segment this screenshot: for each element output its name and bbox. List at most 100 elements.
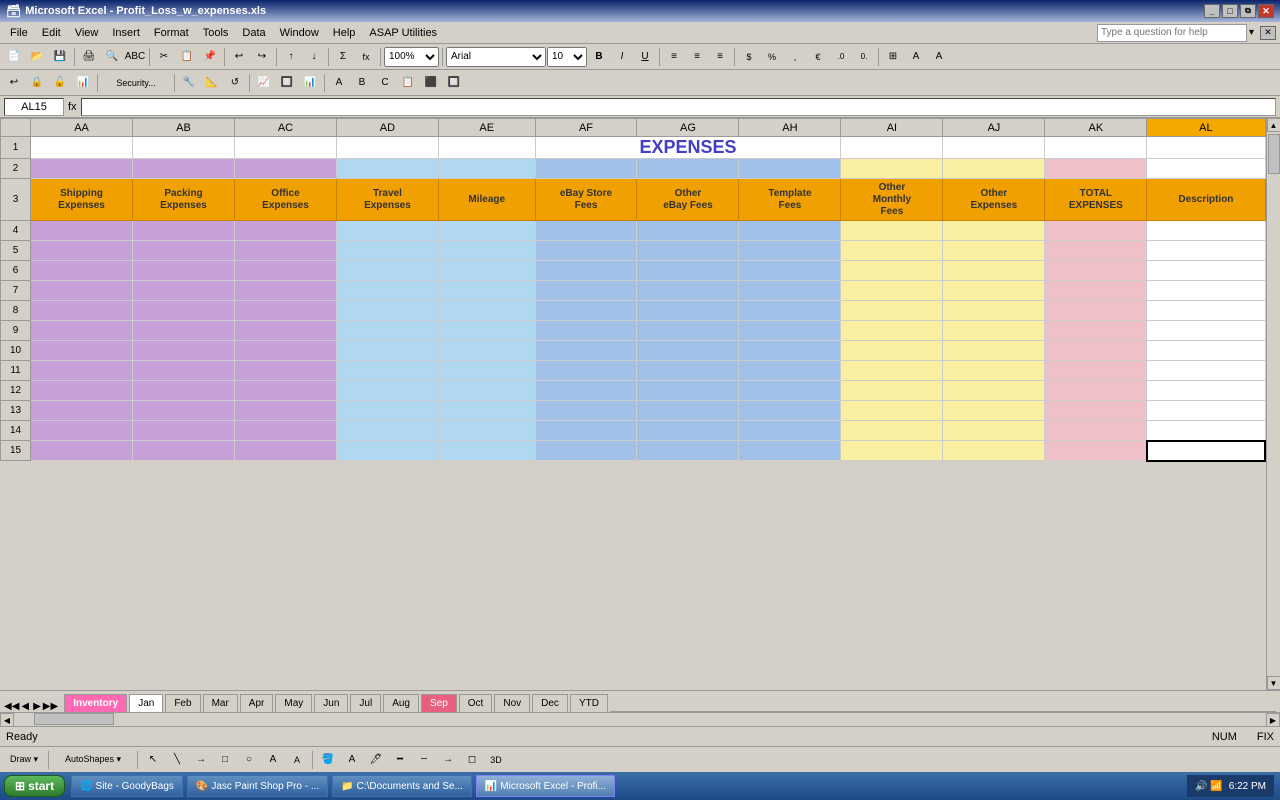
cell-ae9[interactable]	[438, 321, 535, 341]
cell-al7[interactable]	[1147, 281, 1265, 301]
cell-ai12[interactable]	[841, 381, 943, 401]
menu-edit[interactable]: Edit	[36, 25, 67, 41]
autoshapes-btn[interactable]: AutoShapes ▾	[53, 749, 133, 771]
cell-af6[interactable]	[535, 261, 637, 281]
sheet-tab-mar[interactable]: Mar	[203, 694, 238, 712]
cell-ai8[interactable]	[841, 301, 943, 321]
fx-button[interactable]: fx	[355, 46, 377, 68]
cell-af15[interactable]	[535, 441, 637, 461]
cell-ak6[interactable]	[1045, 261, 1147, 281]
cell-ah6[interactable]	[739, 261, 841, 281]
fill-color-button[interactable]: A	[905, 46, 927, 68]
cell-ad11[interactable]	[336, 361, 438, 381]
align-center-button[interactable]: ≡	[686, 46, 708, 68]
open-button[interactable]: 📂	[26, 46, 48, 68]
col-header-ac[interactable]: AC	[234, 119, 336, 137]
cell-ai2[interactable]	[841, 159, 943, 179]
cell-aj11[interactable]	[943, 361, 1045, 381]
cell-ae2[interactable]	[438, 159, 535, 179]
font-color-button[interactable]: A	[928, 46, 950, 68]
align-right-button[interactable]: ≡	[709, 46, 731, 68]
cell-ac1[interactable]	[234, 137, 336, 159]
cell-ah10[interactable]	[739, 341, 841, 361]
scroll-down-button[interactable]: ▼	[1267, 676, 1280, 690]
tb2-btn2[interactable]: 🔒	[26, 72, 48, 94]
draw-line[interactable]: ╲	[166, 749, 188, 771]
draw-select[interactable]: ↖	[142, 749, 164, 771]
security-button[interactable]: Security...	[101, 72, 171, 94]
cell-ab1[interactable]	[133, 137, 235, 159]
cell-ai1[interactable]	[841, 137, 943, 159]
sheet-tab-nov[interactable]: Nov	[494, 694, 530, 712]
cell-ac2[interactable]	[234, 159, 336, 179]
cell-al2[interactable]	[1147, 159, 1265, 179]
cell-ae7[interactable]	[438, 281, 535, 301]
cell-af13[interactable]	[535, 401, 637, 421]
arrow-style-draw[interactable]: →	[437, 749, 459, 771]
fill-color-draw[interactable]: 🪣	[317, 749, 339, 771]
currency-button[interactable]: $	[738, 46, 760, 68]
cell-al6[interactable]	[1147, 261, 1265, 281]
cell-ah3[interactable]: TemplateFees	[739, 179, 841, 221]
print-preview-button[interactable]: 🔍	[101, 46, 123, 68]
decrease-dec-button[interactable]: 0.	[853, 46, 875, 68]
draw-rect[interactable]: □	[214, 749, 236, 771]
cell-aj15[interactable]	[943, 441, 1045, 461]
redo-button[interactable]: ↪	[251, 46, 273, 68]
cell-ag10[interactable]	[637, 341, 739, 361]
cell-aa1[interactable]	[31, 137, 133, 159]
tab-nav-next[interactable]: ▶	[33, 701, 41, 712]
cell-ab2[interactable]	[133, 159, 235, 179]
cell-ag2[interactable]	[637, 159, 739, 179]
cell-ak15[interactable]	[1045, 441, 1147, 461]
tb2-btn5[interactable]: 🔧	[178, 72, 200, 94]
grid-wrapper[interactable]: AA AB AC AD AE AF AG AH AI AJ AK AL	[0, 118, 1266, 690]
undo-button[interactable]: ↩	[228, 46, 250, 68]
cell-ae11[interactable]	[438, 361, 535, 381]
taskbar-item-goodybags[interactable]: 🌐 Site - GoodyBags	[71, 775, 183, 797]
tb2-btn1[interactable]: ↩	[3, 72, 25, 94]
cell-al8[interactable]	[1147, 301, 1265, 321]
cell-aj6[interactable]	[943, 261, 1045, 281]
underline-button[interactable]: U	[634, 46, 656, 68]
h-scroll-left-btn[interactable]: ◀	[0, 713, 14, 727]
cell-ai10[interactable]	[841, 341, 943, 361]
help-close-button[interactable]: ✕	[1260, 26, 1276, 40]
italic-button[interactable]: I	[611, 46, 633, 68]
cell-ai14[interactable]	[841, 421, 943, 441]
col-header-ah[interactable]: AH	[739, 119, 841, 137]
cell-aj1[interactable]	[943, 137, 1045, 159]
zoom-select[interactable]: 100%	[384, 47, 439, 67]
menu-insert[interactable]: Insert	[106, 25, 146, 41]
cell-ai11[interactable]	[841, 361, 943, 381]
tb2-btn14[interactable]: 📋	[397, 72, 419, 94]
cell-ai3[interactable]: OtherMonthlyFees	[841, 179, 943, 221]
maximize-button[interactable]: □	[1222, 4, 1238, 18]
sheet-tab-may[interactable]: May	[275, 694, 312, 712]
cell-aj9[interactable]	[943, 321, 1045, 341]
cell-ah14[interactable]	[739, 421, 841, 441]
comma-button[interactable]: ,	[784, 46, 806, 68]
save-button[interactable]: 💾	[49, 46, 71, 68]
align-left-button[interactable]: ≡	[663, 46, 685, 68]
draw-btn[interactable]: Draw ▾	[4, 749, 44, 771]
cell-ag7[interactable]	[637, 281, 739, 301]
tb2-btn6[interactable]: 📐	[201, 72, 223, 94]
copy-button[interactable]: 📋	[176, 46, 198, 68]
cell-ad13[interactable]	[336, 401, 438, 421]
cell-ae1[interactable]	[438, 137, 535, 159]
cell-ak3[interactable]: TOTALEXPENSES	[1045, 179, 1147, 221]
cell-al14[interactable]	[1147, 421, 1265, 441]
3d-draw[interactable]: 3D	[485, 749, 507, 771]
cell-ag15[interactable]	[637, 441, 739, 461]
sheet-tab-inventory[interactable]: Inventory	[64, 694, 127, 712]
tab-nav-prev[interactable]: ◀	[21, 701, 29, 712]
cell-ah15[interactable]	[739, 441, 841, 461]
cell-ac15[interactable]	[234, 441, 336, 461]
sheet-tab-feb[interactable]: Feb	[165, 694, 200, 712]
cell-ab8[interactable]	[133, 301, 235, 321]
cell-ai4[interactable]	[841, 221, 943, 241]
cell-ah5[interactable]	[739, 241, 841, 261]
tab-nav-left[interactable]: ◀◀	[4, 701, 19, 712]
cell-ad14[interactable]	[336, 421, 438, 441]
